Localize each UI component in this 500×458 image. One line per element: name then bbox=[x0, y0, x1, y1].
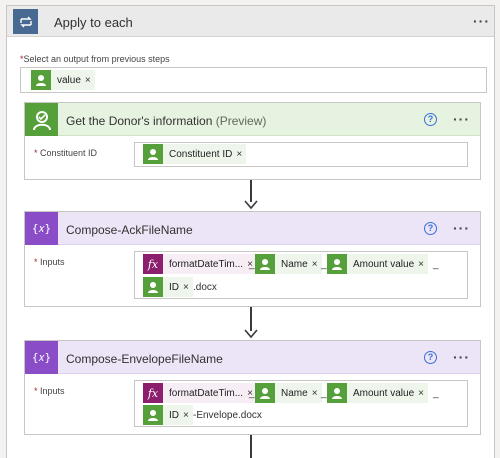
expression-fx-icon: fx bbox=[143, 383, 163, 403]
file-extension-text: -Envelope.docx bbox=[193, 410, 262, 421]
remove-token-icon[interactable]: × bbox=[85, 75, 95, 86]
amount-value-token[interactable]: Amount value × bbox=[327, 254, 428, 274]
constituent-id-label: * Constituent ID bbox=[34, 148, 98, 158]
amount-value-token[interactable]: Amount value × bbox=[327, 383, 428, 403]
inputs-label: * Inputs bbox=[34, 386, 65, 396]
inputs-field[interactable]: fx formatDateTim... × _ Name × _ Amount … bbox=[134, 380, 468, 427]
connector-avatar-icon bbox=[143, 144, 163, 164]
separator-text: _ bbox=[249, 388, 255, 399]
connector-avatar-icon bbox=[327, 254, 347, 274]
apply-to-each-title: Apply to each bbox=[54, 15, 133, 30]
connector-avatar-icon bbox=[143, 405, 163, 425]
compose-variable-icon: {𝑥} bbox=[25, 341, 58, 374]
flow-connector bbox=[250, 307, 252, 331]
formatdatetime-expression-token[interactable]: fx formatDateTim... × bbox=[143, 383, 257, 403]
compose-ackfilename-card: {𝑥} Compose-AckFileName ? ··· * Inputs f… bbox=[24, 211, 481, 307]
loop-icon bbox=[13, 9, 38, 34]
flow-arrow-icon bbox=[244, 200, 258, 210]
select-output-label: *Select an output from previous steps bbox=[20, 54, 170, 64]
connector-avatar-icon bbox=[255, 383, 275, 403]
name-token[interactable]: Name × bbox=[255, 383, 322, 403]
card-title: Get the Donor's information (Preview) bbox=[66, 114, 267, 128]
select-output-field[interactable]: value × bbox=[20, 67, 487, 93]
connector-avatar-icon bbox=[143, 277, 163, 297]
separator-text: _ bbox=[433, 388, 439, 399]
compose-variable-icon: {𝑥} bbox=[25, 212, 58, 245]
value-token[interactable]: value × bbox=[31, 70, 95, 90]
more-options-icon[interactable]: ··· bbox=[453, 349, 470, 365]
inputs-label: * Inputs bbox=[34, 257, 65, 267]
help-icon[interactable]: ? bbox=[424, 113, 437, 126]
remove-token-icon[interactable]: × bbox=[183, 282, 193, 293]
help-icon[interactable]: ? bbox=[424, 351, 437, 364]
apply-to-each-header[interactable]: Apply to each ··· bbox=[7, 6, 494, 37]
help-icon[interactable]: ? bbox=[424, 222, 437, 235]
connector-avatar-icon bbox=[327, 383, 347, 403]
flow-arrow-icon bbox=[244, 329, 258, 339]
flow-connector bbox=[250, 180, 252, 202]
donor-connector-icon bbox=[25, 103, 58, 136]
more-options-icon[interactable]: ··· bbox=[453, 220, 470, 236]
separator-text: _ bbox=[321, 259, 327, 270]
get-donor-info-header[interactable]: Get the Donor's information (Preview) ? … bbox=[25, 103, 480, 136]
compose-envelopefilename-header[interactable]: {𝑥} Compose-EnvelopeFileName ? ··· bbox=[25, 341, 480, 374]
connector-avatar-icon bbox=[31, 70, 51, 90]
more-options-icon[interactable]: ··· bbox=[473, 13, 490, 29]
separator-text: _ bbox=[321, 388, 327, 399]
remove-token-icon[interactable]: × bbox=[418, 388, 428, 399]
name-token[interactable]: Name × bbox=[255, 254, 322, 274]
file-extension-text: .docx bbox=[193, 282, 217, 293]
expression-fx-icon: fx bbox=[143, 254, 163, 274]
compose-envelopefilename-card: {𝑥} Compose-EnvelopeFileName ? ··· * Inp… bbox=[24, 340, 481, 435]
card-title: Compose-AckFileName bbox=[66, 223, 193, 237]
card-title: Compose-EnvelopeFileName bbox=[66, 352, 223, 366]
remove-token-icon[interactable]: × bbox=[236, 149, 246, 160]
inputs-field[interactable]: fx formatDateTim... × _ Name × _ Amount … bbox=[134, 251, 468, 299]
constituent-id-token[interactable]: Constituent ID × bbox=[143, 144, 247, 164]
separator-text: _ bbox=[433, 259, 439, 270]
more-options-icon[interactable]: ··· bbox=[453, 111, 470, 127]
separator-text: _ bbox=[249, 259, 255, 270]
compose-ackfilename-header[interactable]: {𝑥} Compose-AckFileName ? ··· bbox=[25, 212, 480, 245]
connector-avatar-icon bbox=[255, 254, 275, 274]
formatdatetime-expression-token[interactable]: fx formatDateTim... × bbox=[143, 254, 257, 274]
id-token[interactable]: ID × bbox=[143, 277, 193, 297]
get-donor-info-card: Get the Donor's information (Preview) ? … bbox=[24, 102, 481, 180]
remove-token-icon[interactable]: × bbox=[418, 259, 428, 270]
id-token[interactable]: ID × bbox=[143, 405, 193, 425]
constituent-id-field[interactable]: Constituent ID × bbox=[134, 142, 468, 167]
remove-token-icon[interactable]: × bbox=[183, 410, 193, 421]
flow-connector bbox=[250, 435, 252, 458]
